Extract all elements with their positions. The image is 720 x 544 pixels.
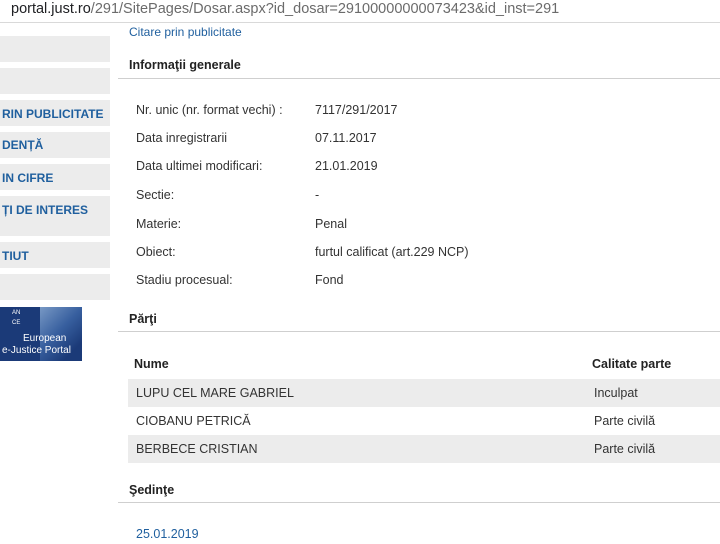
party-role: Parte civilă xyxy=(594,442,656,456)
party-role: Parte civilă xyxy=(594,414,656,428)
sidebar-item-in-cifre[interactable]: IN CIFRE xyxy=(0,164,110,191)
section-divider xyxy=(118,502,720,503)
general-info-title: Informaţii generale xyxy=(129,58,241,72)
sidebar-item-institutie[interactable]: TIUT xyxy=(0,242,110,269)
sessions-title: Şedinţe xyxy=(129,483,175,497)
url-text[interactable]: portal.just.ro/291/SitePages/Dosar.aspx?… xyxy=(11,0,559,19)
field-label: Data inregistrarii xyxy=(136,131,228,145)
url-path: /291/SitePages/Dosar.aspx?id_dosar=29100… xyxy=(90,1,560,17)
field-label: Sectie: xyxy=(136,188,175,202)
field-value: 07.11.2017 xyxy=(315,131,377,145)
sidebar-item-2[interactable] xyxy=(0,68,110,95)
field-label: Materie: xyxy=(136,217,182,231)
field-value: Fond xyxy=(315,273,344,287)
banner-title-line2: e-Justice Portal xyxy=(2,345,71,356)
parties-header-role: Calitate parte xyxy=(592,357,672,371)
party-role: Inculpat xyxy=(594,386,638,400)
field-label: Data ultimei modificari: xyxy=(136,159,263,173)
party-name: BERBECE CRISTIAN xyxy=(136,442,258,456)
sidebar-menu: RIN PUBLICITATE DENȚĂ IN CIFRE ȚI DE INT… xyxy=(0,22,111,544)
field-value: - xyxy=(315,188,320,202)
field-value: 21.01.2019 xyxy=(315,159,378,173)
sidebar-item-8[interactable] xyxy=(0,274,110,301)
case-details: Citare prin publicitate Informaţii gener… xyxy=(118,22,720,544)
sidebar-item-jurisprudenta[interactable]: DENȚĂ xyxy=(0,132,110,159)
table-row: BERBECE CRISTIAN Parte civilă xyxy=(128,435,720,463)
sidebar-item-label: RIN PUBLICITATE xyxy=(2,107,104,121)
party-name: CIOBANU PETRICĂ xyxy=(136,414,251,428)
sidebar-item-label: IN CIFRE xyxy=(2,171,54,185)
party-name: LUPU CEL MARE GABRIEL xyxy=(136,386,294,400)
citare-publicitate-link[interactable]: Citare prin publicitate xyxy=(129,25,242,39)
sidebar-item-informatii-interes[interactable]: ȚI DE INTERES xyxy=(0,196,110,237)
sidebar-item-label: TIUT xyxy=(2,249,29,263)
field-value: Penal xyxy=(315,217,347,231)
session-date-link[interactable]: 25.01.2019 xyxy=(136,527,199,541)
field-value: 7117/291/2017 xyxy=(315,103,398,117)
sidebar-item-1[interactable] xyxy=(0,36,110,63)
table-row: LUPU CEL MARE GABRIEL Inculpat xyxy=(128,379,720,407)
address-bar[interactable]: portal.just.ro/291/SitePages/Dosar.aspx?… xyxy=(0,0,720,23)
field-label: Stadiu procesual: xyxy=(136,273,233,287)
banner-title-line1: European xyxy=(23,333,67,344)
url-domain: portal.just.ro xyxy=(11,1,91,17)
sidebar-item-citare-publicitate[interactable]: RIN PUBLICITATE xyxy=(0,100,110,127)
ejustice-portal-banner[interactable]: AN CE European e-Justice Portal xyxy=(0,307,82,361)
section-divider xyxy=(118,78,720,79)
field-label: Obiect: xyxy=(136,245,176,259)
section-divider xyxy=(118,331,720,332)
field-label: Nr. unic (nr. format vechi) : xyxy=(136,103,283,117)
banner-corner-text-b: CE xyxy=(12,320,21,326)
sidebar-item-label: ȚI DE INTERES xyxy=(2,203,89,217)
sidebar-item-label: DENȚĂ xyxy=(2,138,44,152)
table-row: CIOBANU PETRICĂ Parte civilă xyxy=(128,407,720,435)
field-value: furtul calificat (art.229 NCP) xyxy=(315,245,469,259)
parties-title: Părţi xyxy=(129,312,157,326)
banner-corner-text-a: AN xyxy=(12,310,21,316)
parties-header-name: Nume xyxy=(134,357,169,371)
